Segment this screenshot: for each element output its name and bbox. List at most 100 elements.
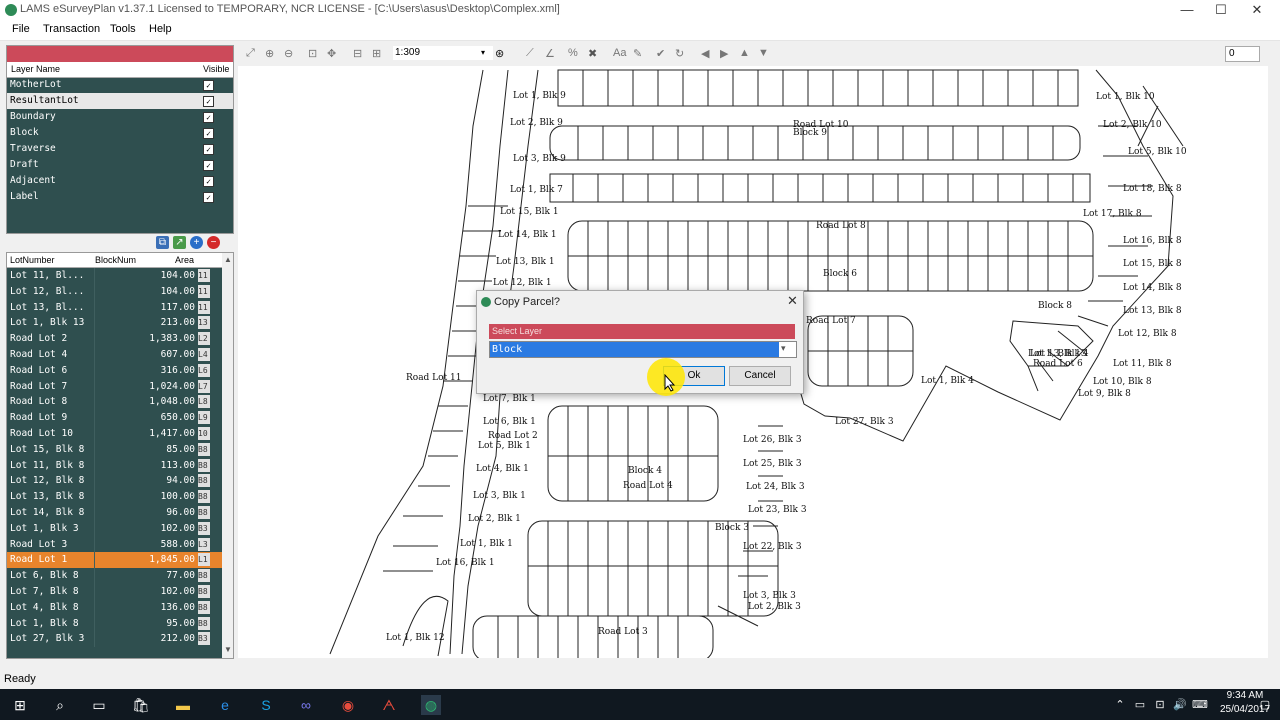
lot-row[interactable]: Road Lot 10 1,417.00 10	[7, 426, 222, 442]
lot-row[interactable]: Road Lot 6 316.00 L6	[7, 362, 222, 379]
cancel-button[interactable]: Cancel	[729, 366, 791, 386]
visible-checkbox[interactable]: ✓	[203, 144, 214, 155]
menu-help[interactable]: Help	[149, 23, 172, 35]
menu-transaction[interactable]: Transaction	[43, 23, 100, 35]
app-infinity-icon[interactable]: ∞	[296, 695, 316, 715]
lot-row[interactable]: Lot 13, Bl... 117.00 11	[7, 299, 222, 316]
lams-app-taskbar-icon[interactable]: ◍	[421, 695, 441, 715]
lot-row[interactable]: Lot 11, Bl... 104.00 11	[7, 268, 222, 284]
lot-row[interactable]: Road Lot 9 650.00 L9	[7, 410, 222, 426]
layer-row-motherlot[interactable]: MotherLot ✓	[7, 77, 233, 93]
zoom-out-icon[interactable]: ⊖	[284, 47, 293, 60]
copy-icon[interactable]: ⧉	[156, 236, 169, 249]
layer-row-resultantlot[interactable]: ResultantLot ✓	[7, 93, 233, 109]
edit-icon[interactable]: ✎	[633, 47, 642, 60]
add-icon[interactable]: +	[190, 236, 203, 249]
scale-select[interactable]: 1:309 ▾	[393, 46, 493, 60]
lot-row[interactable]: Lot 1, Blk 3 102.00 B3	[7, 520, 222, 537]
map-label: Lot 26, Blk 3	[743, 435, 802, 445]
visible-checkbox[interactable]: ✓	[203, 128, 214, 139]
visible-checkbox[interactable]: ✓	[203, 96, 214, 107]
visible-checkbox[interactable]: ✓	[203, 192, 214, 203]
lot-row[interactable]: Road Lot 2 1,383.00 L2	[7, 331, 222, 347]
pan-icon[interactable]: ✥	[327, 47, 336, 60]
edge-browser-icon[interactable]: e	[215, 695, 235, 715]
map-label: Lot 3, Blk 1	[473, 491, 526, 501]
zoom-extent-icon[interactable]: ⤢	[246, 47, 255, 60]
arrow-right-icon[interactable]: ▶	[720, 47, 728, 60]
volume-icon[interactable]: 🔊	[1170, 695, 1190, 715]
layer-row-adjacent[interactable]: Adjacent ✓	[7, 173, 233, 189]
lot-row[interactable]: Road Lot 4 607.00 L4	[7, 347, 222, 363]
task-view-icon[interactable]: ▭	[89, 695, 109, 715]
bearing-icon[interactable]: ∠	[545, 47, 555, 60]
zoom-window-icon[interactable]: ⊡	[308, 47, 317, 60]
lot-number: Lot 11, Bl...	[10, 270, 85, 281]
search-icon[interactable]: ⌕	[50, 695, 70, 715]
block-num-cell	[94, 283, 133, 300]
chrome-icon[interactable]: ◉	[338, 695, 358, 715]
lot-row[interactable]: Lot 1, Blk 8 95.00 B8	[7, 615, 222, 632]
refresh-scale-icon[interactable]: ⊛	[495, 47, 504, 60]
layer-select[interactable]: Block ▾	[489, 341, 797, 358]
lot-row[interactable]: Lot 7, Blk 8 102.00 B8	[7, 584, 222, 600]
lot-row[interactable]: Road Lot 8 1,048.00 L8	[7, 394, 222, 411]
visible-checkbox[interactable]: ✓	[203, 160, 214, 171]
lot-row[interactable]: Road Lot 3 588.00 L3	[7, 536, 222, 553]
lot-row[interactable]: Lot 6, Blk 8 77.00 B8	[7, 568, 222, 584]
number-stepper[interactable]: 0	[1225, 46, 1260, 62]
map-label: Lot 15, Blk 8	[1123, 259, 1182, 269]
text-icon[interactable]: Aa	[613, 47, 626, 59]
visible-checkbox[interactable]: ✓	[203, 112, 214, 123]
remove-icon[interactable]: −	[207, 236, 220, 249]
layer-row-boundary[interactable]: Boundary ✓	[7, 109, 233, 125]
lot-row[interactable]: Road Lot 1 1,845.00 L1	[7, 552, 222, 569]
lot-lines-block3	[528, 521, 778, 616]
lot-row[interactable]: Lot 27, Blk 3 212.00 B3	[7, 631, 222, 648]
lot-row[interactable]: Lot 1, Blk 13 213.00 13	[7, 315, 222, 332]
arrow-down-icon[interactable]: ▼	[758, 47, 769, 59]
lot-row[interactable]: Lot 12, Bl... 104.00 11	[7, 283, 222, 300]
measure-icon[interactable]: ⟋	[526, 47, 534, 60]
lot-row[interactable]: Lot 13, Blk 8 100.00 B8	[7, 489, 222, 505]
split-icon[interactable]: %	[568, 47, 578, 59]
battery-icon[interactable]: ▭	[1130, 695, 1150, 715]
windows-start-icon[interactable]: ⊞	[10, 695, 30, 715]
store-icon[interactable]: 🛍	[131, 695, 151, 715]
menu-tools[interactable]: Tools	[110, 23, 136, 35]
check-icon[interactable]: ✔	[656, 47, 665, 60]
dialog-close-button[interactable]: ✕	[787, 293, 798, 309]
delete-icon[interactable]: ✖	[588, 47, 597, 60]
zoom-in-icon[interactable]: ⊕	[265, 47, 274, 60]
zoom-next-icon[interactable]: ⊞	[372, 47, 381, 60]
lot-row[interactable]: Lot 12, Blk 8 94.00 B8	[7, 473, 222, 490]
zoom-previous-icon[interactable]: ⊟	[353, 47, 362, 60]
layer-row-traverse[interactable]: Traverse ✓	[7, 141, 233, 157]
visible-checkbox[interactable]: ✓	[203, 176, 214, 187]
pdf-reader-icon[interactable]: ᗅ	[379, 695, 399, 715]
lot-row[interactable]: Lot 15, Blk 8 85.00 B8	[7, 441, 222, 458]
chevron-down-icon[interactable]: ▾	[781, 343, 786, 354]
layer-row-label[interactable]: Label ✓	[7, 189, 233, 205]
arrow-left-icon[interactable]: ◀	[701, 47, 709, 60]
menu-file[interactable]: File	[12, 23, 30, 35]
visible-checkbox[interactable]: ✓	[203, 80, 214, 91]
close-button[interactable]: ✕	[1234, 0, 1280, 20]
export-icon[interactable]: ↗	[173, 236, 186, 249]
skype-icon[interactable]: S	[256, 695, 276, 715]
lot-row[interactable]: Lot 14, Blk 8 96.00 B8	[7, 505, 222, 521]
scroll-up-icon[interactable]: ▲	[224, 255, 232, 264]
file-explorer-icon[interactable]: ▬	[173, 695, 193, 715]
keyboard-icon[interactable]: ⌨	[1190, 695, 1210, 715]
layer-row-block[interactable]: Block ✓	[7, 125, 233, 141]
layer-row-draft[interactable]: Draft ✓	[7, 157, 233, 173]
lot-row[interactable]: Road Lot 7 1,024.00 L7	[7, 378, 222, 395]
network-icon[interactable]: ⊡	[1150, 695, 1170, 715]
tray-chevron-icon[interactable]: ⌃	[1110, 695, 1130, 715]
redo-icon[interactable]: ↻	[675, 47, 684, 60]
lot-row[interactable]: Lot 4, Blk 8 136.00 B8	[7, 599, 222, 616]
arrow-up-icon[interactable]: ▲	[739, 47, 750, 59]
lot-table-scrollbar[interactable]: ▲ ▼	[222, 253, 233, 658]
lot-row[interactable]: Lot 11, Blk 8 113.00 B8	[7, 457, 222, 474]
scroll-down-icon[interactable]: ▼	[224, 645, 232, 654]
